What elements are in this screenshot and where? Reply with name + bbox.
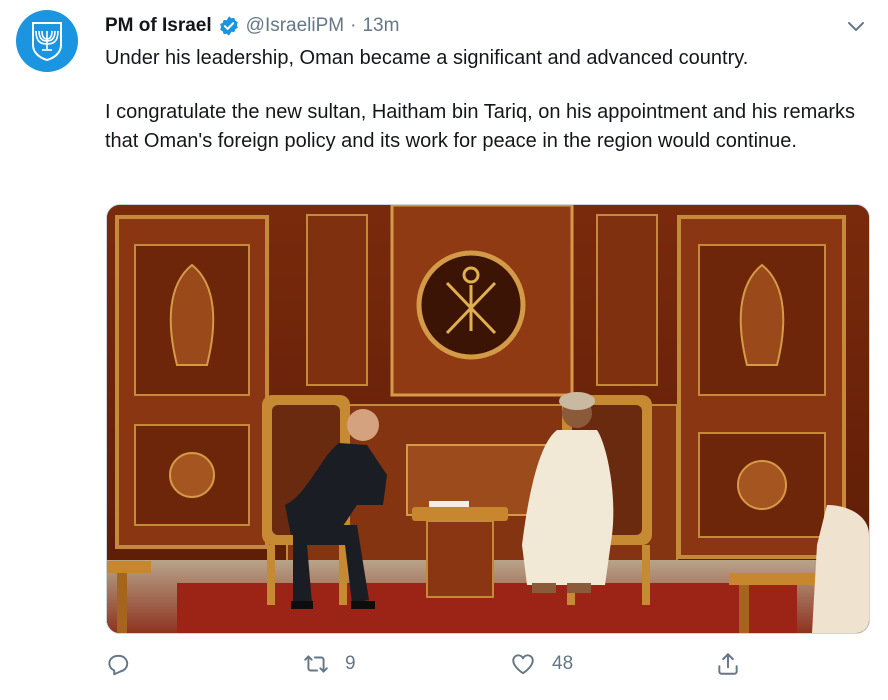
retweet-icon [304, 655, 328, 673]
tweet-photo[interactable] [106, 204, 870, 634]
chevron-down-icon [848, 22, 864, 31]
reply-icon [108, 654, 129, 676]
verified-badge-icon [218, 15, 240, 37]
more-options-button[interactable] [844, 14, 868, 38]
heart-icon [512, 654, 534, 675]
tweet-header: PM of Israel @IsraeliPM · 13m [105, 12, 868, 40]
menorah-emblem-icon [32, 22, 62, 62]
tweet-paragraph: Under his leadership, Oman became a sign… [105, 47, 749, 69]
retweet-button[interactable]: 9 [303, 646, 356, 682]
tweet-timestamp[interactable]: 13m [362, 15, 399, 37]
avatar[interactable] [16, 10, 78, 72]
separator-dot: · [350, 15, 357, 36]
retweet-count: 9 [345, 653, 356, 674]
like-count: 48 [552, 653, 574, 674]
reply-button[interactable] [105, 646, 131, 682]
tweet-paragraph: I congratulate the new sultan, Haitham b… [105, 101, 856, 152]
share-button[interactable] [715, 646, 741, 682]
tweet-text: Under his leadership, Oman became a sign… [105, 44, 875, 156]
author-name[interactable]: PM of Israel [105, 15, 212, 37]
like-button[interactable]: 48 [510, 646, 573, 682]
tweet-actions: 9 48 [105, 646, 745, 682]
author-handle[interactable]: @IsraeliPM [246, 15, 344, 37]
share-icon [718, 653, 738, 675]
meeting-photo-illustration [107, 205, 869, 633]
